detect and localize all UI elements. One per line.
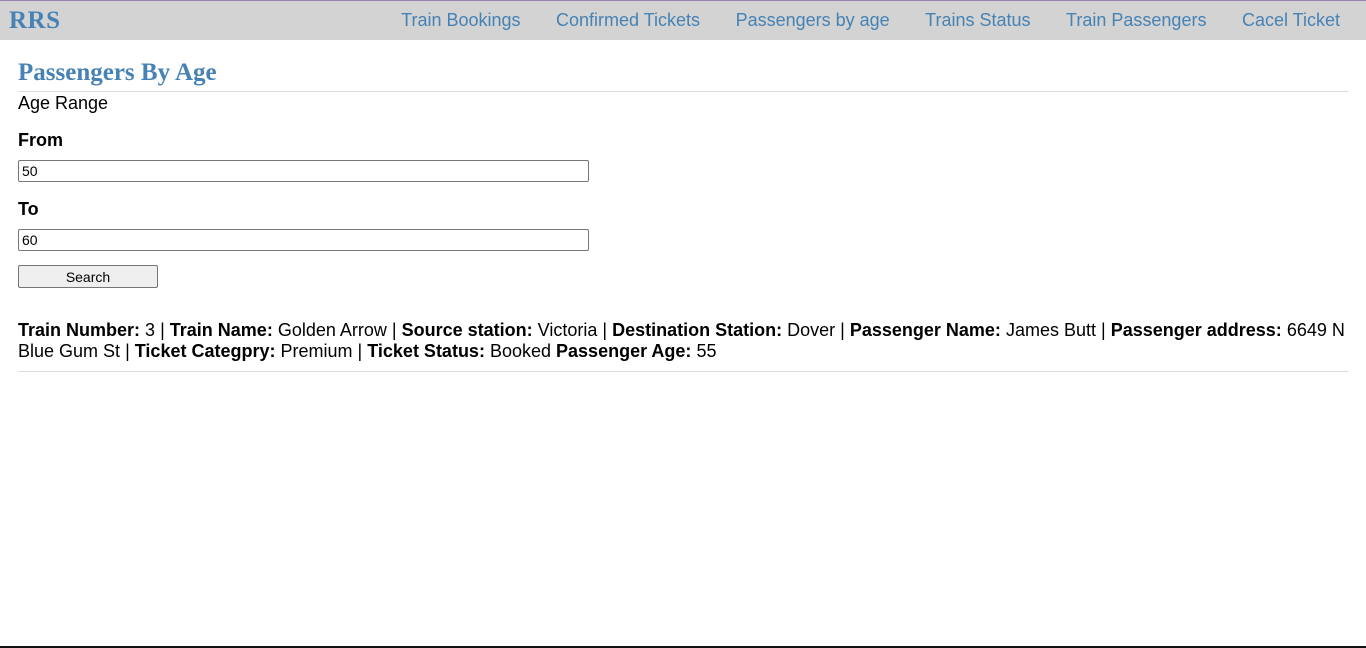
to-label: To — [18, 199, 39, 219]
passenger-name-label: Passenger Name: — [849, 320, 1001, 340]
ticket-category-label: Ticket Categpry: — [134, 341, 276, 361]
page-title: Passengers By Age — [18, 58, 1348, 92]
destination-station-label: Destination Station: — [612, 320, 783, 340]
nav-links: Train Bookings Confirmed Tickets Passeng… — [401, 10, 1357, 31]
separator: | — [391, 320, 397, 340]
nav-link-passengers-by-age[interactable]: Passengers by age — [736, 10, 890, 31]
train-name-label: Train Name: — [169, 320, 273, 340]
separator: | — [1101, 320, 1106, 340]
destination-station-value: Dover — [787, 320, 836, 340]
brand-logo-link[interactable]: RRS — [9, 7, 61, 35]
passenger-name-value: James Butt — [1005, 320, 1096, 340]
separator: | — [840, 320, 845, 340]
age-range-heading: Age Range — [18, 93, 109, 113]
ticket-category-value: Premium — [280, 341, 353, 361]
from-label: From — [18, 130, 63, 150]
train-number-value: 3 — [145, 320, 156, 340]
separator: | — [357, 341, 363, 361]
passenger-age-label: Passenger Age: — [556, 341, 692, 361]
separator: | — [602, 320, 608, 340]
nav-link-trains-status[interactable]: Trains Status — [925, 10, 1030, 31]
nav-link-confirmed-tickets[interactable]: Confirmed Tickets — [556, 10, 700, 31]
separator: | — [125, 341, 130, 361]
main-content: Passengers By Age Age Range From To Sear… — [0, 58, 1366, 372]
ticket-status-value: Booked — [489, 341, 552, 361]
train-number-label: Train Number: — [18, 320, 141, 340]
passenger-address-label: Passenger address: — [1110, 320, 1282, 340]
nav-link-train-bookings[interactable]: Train Bookings — [401, 10, 520, 31]
to-age-input[interactable] — [18, 229, 589, 251]
separator: | — [160, 320, 165, 340]
search-button[interactable]: Search — [18, 265, 158, 288]
navbar: RRS Train Bookings Confirmed Tickets Pas… — [0, 1, 1366, 40]
ticket-status-label: Ticket Status: — [367, 341, 485, 361]
source-station-label: Source station: — [401, 320, 533, 340]
train-name-value: Golden Arrow — [277, 320, 387, 340]
page: RRS Train Bookings Confirmed Tickets Pas… — [0, 0, 1366, 648]
from-age-input[interactable] — [18, 160, 589, 182]
nav-link-train-passengers[interactable]: Train Passengers — [1066, 10, 1206, 31]
age-search-form: From To Search — [18, 130, 1348, 288]
result-item: Train Number: 3 | Train Name: Golden Arr… — [18, 320, 1348, 372]
nav-link-cancel-ticket[interactable]: Cacel Ticket — [1242, 10, 1340, 31]
passenger-age-value: 55 — [696, 341, 717, 361]
source-station-value: Victoria — [537, 320, 598, 340]
